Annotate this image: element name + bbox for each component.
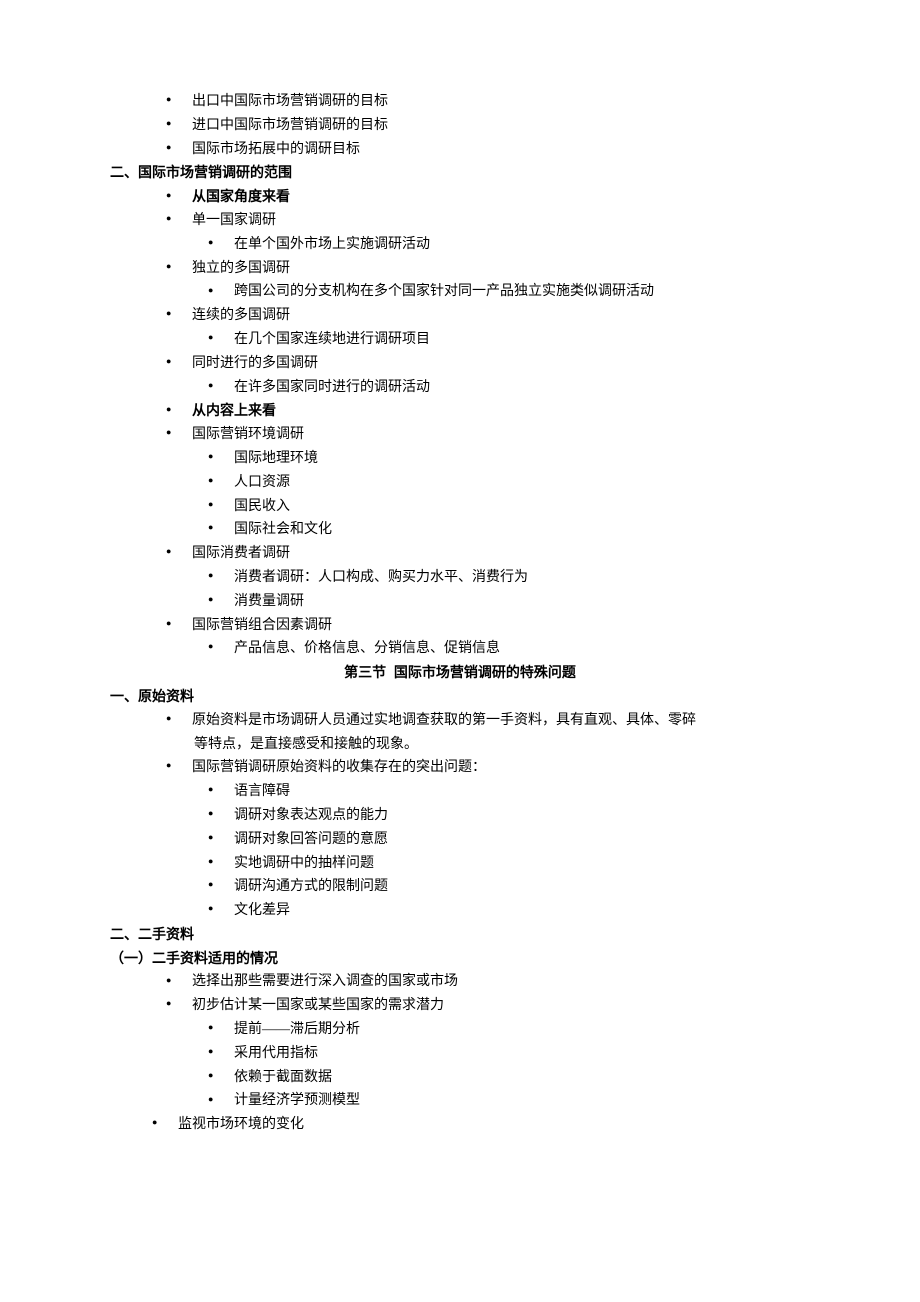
text-line: 提前——滞后期分析 [110,1018,810,1042]
text-line: 从国家角度来看 [110,185,810,209]
text-line: （一）二手资料适用的情况 [110,947,810,971]
text-line: 调研对象表达观点的能力 [110,804,810,828]
text-line: 采用代用指标 [110,1042,810,1066]
text-line: 二、二手资料 [110,923,810,947]
text-line: 同时进行的多国调研 [110,352,810,376]
text-line: 实地调研中的抽样问题 [110,852,810,876]
text-line: 国际营销环境调研 [110,423,810,447]
text-line: 跨国公司的分支机构在多个国家针对同一产品独立实施类似调研活动 [110,280,810,304]
text-line: 连续的多国调研 [110,304,810,328]
text-line: 产品信息、价格信息、分销信息、促销信息 [110,637,810,661]
text-line: 一、原始资料 [110,685,810,709]
text-line: 依赖于截面数据 [110,1066,810,1090]
text-line: 初步估计某一国家或某些国家的需求潜力 [110,994,810,1018]
text-line: 监视市场环境的变化 [110,1113,810,1137]
text-line: 进口中国际市场营销调研的目标 [110,114,810,138]
text-line: 国际营销调研原始资料的收集存在的突出问题： [110,756,810,780]
text-line: 选择出那些需要进行深入调查的国家或市场 [110,970,810,994]
text-line: 国际社会和文化 [110,518,810,542]
text-line: 从内容上来看 [110,399,810,423]
text-line: 等特点，是直接感受和接触的现象。 [110,733,810,757]
text-line: 消费者调研：人口构成、购买力水平、消费行为 [110,566,810,590]
text-line: 出口中国际市场营销调研的目标 [110,90,810,114]
text-line: 在几个国家连续地进行调研项目 [110,328,810,352]
text-line: 调研沟通方式的限制问题 [110,875,810,899]
text-line: 原始资料是市场调研人员通过实地调查获取的第一手资料，具有直观、具体、零碎 [110,709,810,733]
text-line: 在许多国家同时进行的调研活动 [110,376,810,400]
text-line: 在单个国外市场上实施调研活动 [110,233,810,257]
text-line: 消费量调研 [110,590,810,614]
text-line: 语言障碍 [110,780,810,804]
text-line: 国际营销组合因素调研 [110,614,810,638]
text-line: 国际市场拓展中的调研目标 [110,138,810,162]
text-line: 二、国际市场营销调研的范围 [110,161,810,185]
text-line: 调研对象回答问题的意愿 [110,828,810,852]
text-line: 独立的多国调研 [110,257,810,281]
text-line: 国民收入 [110,495,810,519]
text-line: 国际消费者调研 [110,542,810,566]
text-line: 国际地理环境 [110,447,810,471]
text-line: 人口资源 [110,471,810,495]
text-line: 第三节 国际市场营销调研的特殊问题 [110,661,810,685]
text-line: 计量经济学预测模型 [110,1089,810,1113]
text-line: 单一国家调研 [110,209,810,233]
text-line: 文化差异 [110,899,810,923]
document-body: 出口中国际市场营销调研的目标进口中国际市场营销调研的目标国际市场拓展中的调研目标… [110,90,810,1137]
